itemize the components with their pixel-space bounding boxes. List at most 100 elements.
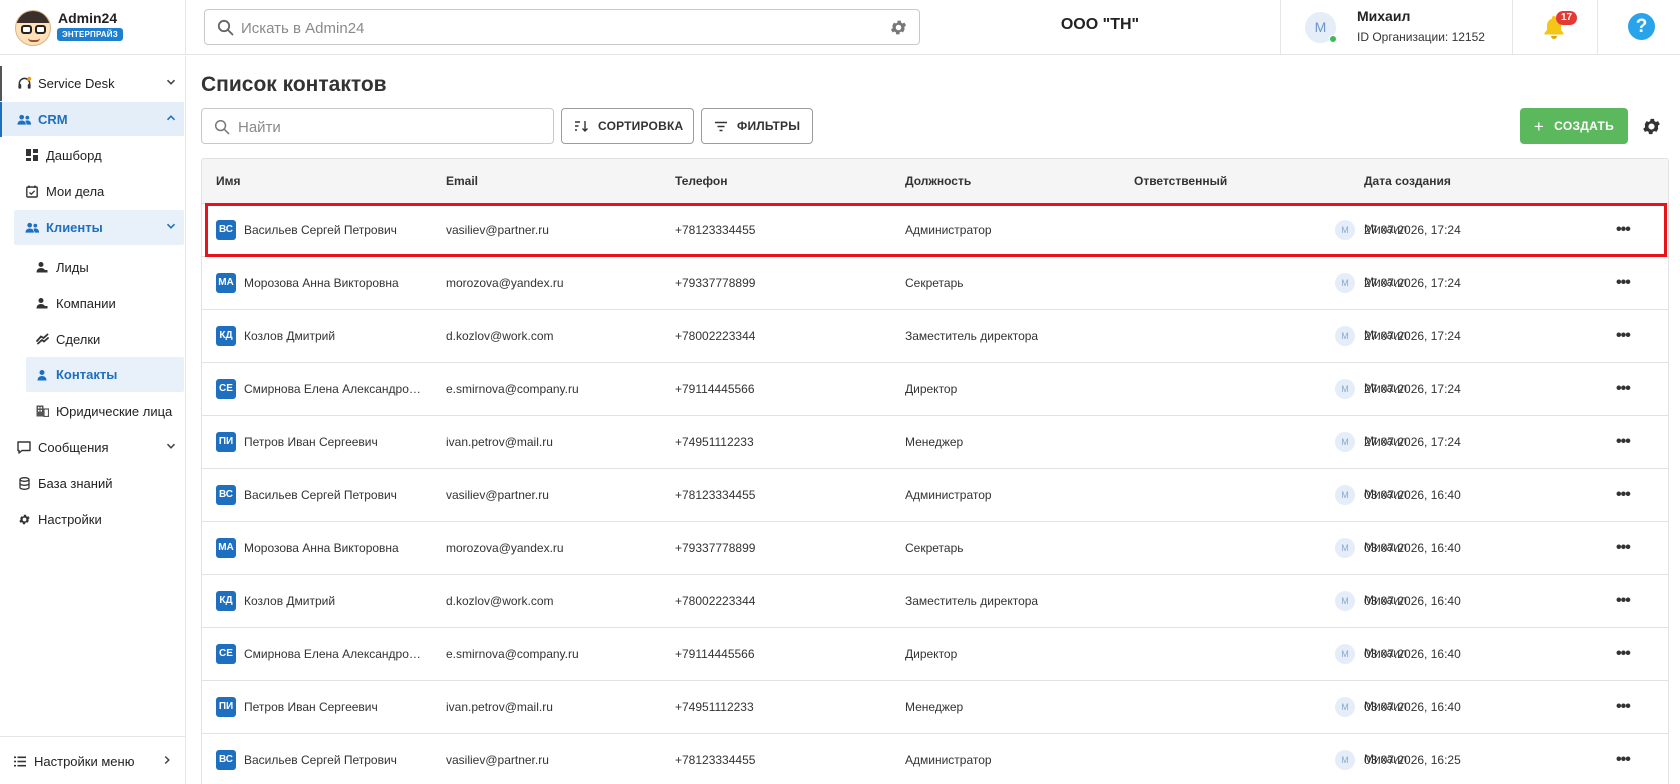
contact-email[interactable]: d.kozlov@work.com bbox=[446, 329, 554, 343]
sidebar-item-clients[interactable]: Клиенты bbox=[14, 210, 184, 245]
sidebar-item-label: Сообщения bbox=[38, 439, 109, 455]
responsible-avatar: М bbox=[1335, 432, 1355, 452]
contact-phone[interactable]: +78123334455 bbox=[675, 223, 755, 237]
contact-name[interactable]: Смирнова Елена Александровна bbox=[244, 382, 424, 396]
row-actions-more-icon[interactable]: ••• bbox=[1616, 327, 1631, 345]
column-header-responsible[interactable]: Ответственный bbox=[1134, 174, 1227, 188]
sidebar-item-contacts[interactable]: Контакты bbox=[26, 357, 184, 392]
table-row[interactable]: ВС Васильев Сергей Петрович vasiliev@partn… bbox=[202, 734, 1668, 784]
sidebar-item-knowledge-base[interactable]: База знаний bbox=[2, 466, 184, 500]
contact-phone[interactable]: +74951112233 bbox=[675, 435, 754, 449]
contact-name[interactable]: Морозова Анна Викторовна bbox=[244, 541, 424, 555]
column-header-name[interactable]: Имя bbox=[216, 174, 241, 188]
contact-email[interactable]: e.smirnova@company.ru bbox=[446, 382, 579, 396]
contact-phone[interactable]: +74951112233 bbox=[675, 700, 754, 714]
contact-email[interactable]: vasiliev@partner.ru bbox=[446, 488, 549, 502]
table-row[interactable]: МА Морозова Анна Викторовна morozova@yande… bbox=[202, 522, 1668, 575]
table-row[interactable]: ВС Васильев Сергей Петрович vasiliev@partn… bbox=[202, 204, 1668, 257]
row-actions-more-icon[interactable]: ••• bbox=[1616, 751, 1631, 769]
sidebar-item-label: Настройки bbox=[38, 511, 102, 527]
create-button[interactable]: + СОЗДАТЬ bbox=[1520, 108, 1628, 144]
contacts-search-input[interactable] bbox=[238, 115, 538, 139]
contact-name[interactable]: Козлов Дмитрий bbox=[244, 329, 424, 343]
row-actions-more-icon[interactable]: ••• bbox=[1616, 221, 1631, 239]
table-row[interactable]: КД Козлов Дмитрий d.kozlov@work.com +780022… bbox=[202, 310, 1668, 363]
contact-name[interactable]: Петров Иван Сергеевич bbox=[244, 700, 424, 714]
sidebar-item-companies[interactable]: Компании bbox=[26, 286, 184, 320]
contact-name[interactable]: Козлов Дмитрий bbox=[244, 594, 424, 608]
column-header-email[interactable]: Email bbox=[446, 174, 478, 188]
organization-name[interactable]: ООО "ТН" bbox=[1000, 16, 1200, 34]
contact-phone[interactable]: +79337778899 bbox=[675, 276, 755, 290]
contact-name[interactable]: Васильев Сергей Петрович bbox=[244, 488, 424, 502]
row-actions-more-icon[interactable]: ••• bbox=[1616, 486, 1631, 504]
row-actions-more-icon[interactable]: ••• bbox=[1616, 433, 1631, 451]
table-row[interactable]: ВС Васильев Сергей Петрович vasiliev@partn… bbox=[202, 469, 1668, 522]
table-row[interactable]: КД Козлов Дмитрий d.kozlov@work.com +780022… bbox=[202, 575, 1668, 628]
column-header-position[interactable]: Должность bbox=[905, 174, 971, 188]
column-header-created[interactable]: Дата создания bbox=[1364, 174, 1451, 188]
contact-created-date: 27.07.2026, 17:24 bbox=[1364, 382, 1461, 396]
table-settings-gear-icon[interactable] bbox=[1641, 116, 1662, 137]
contact-name[interactable]: Васильев Сергей Петрович bbox=[244, 223, 424, 237]
sidebar-item-service-desk[interactable]: Service Desk bbox=[2, 66, 184, 100]
contact-phone[interactable]: +79114445566 bbox=[675, 382, 755, 396]
brand-block[interactable]: Admin24 ЭНТЕРПРАЙЗ bbox=[0, 0, 186, 55]
row-actions-more-icon[interactable]: ••• bbox=[1616, 380, 1631, 398]
contact-initials-avatar: КД bbox=[216, 591, 236, 611]
contact-created-date: 03.07.2026, 16:40 bbox=[1364, 647, 1461, 661]
sidebar-item-messages[interactable]: Сообщения bbox=[2, 430, 184, 464]
table-row[interactable]: ПИ Петров Иван Сергеевич ivan.petrov@mail.… bbox=[202, 416, 1668, 469]
contact-phone[interactable]: +78002223344 bbox=[675, 594, 755, 608]
user-profile[interactable]: М Михаил ID Организации: 12152 bbox=[1280, 0, 1513, 55]
sidebar-item-settings[interactable]: Настройки bbox=[2, 502, 184, 536]
contact-email[interactable]: vasiliev@partner.ru bbox=[446, 223, 549, 237]
sidebar-item-deals[interactable]: Сделки bbox=[26, 322, 184, 356]
contact-phone[interactable]: +78002223344 bbox=[675, 329, 755, 343]
contact-email[interactable]: d.kozlov@work.com bbox=[446, 594, 554, 608]
sidebar-item-legal-entities[interactable]: Юридические лица bbox=[26, 394, 184, 428]
contact-created-date: 27.07.2026, 17:24 bbox=[1364, 223, 1461, 237]
contact-phone[interactable]: +79114445566 bbox=[675, 647, 755, 661]
contact-name[interactable]: Васильев Сергей Петрович bbox=[244, 753, 424, 767]
help-button[interactable]: ? bbox=[1628, 13, 1655, 40]
sort-button[interactable]: СОРТИРОВКА bbox=[561, 108, 694, 144]
contact-email[interactable]: vasiliev@partner.ru bbox=[446, 753, 549, 767]
contact-name[interactable]: Смирнова Елена Александровна bbox=[244, 647, 424, 661]
contact-email[interactable]: morozova@yandex.ru bbox=[446, 276, 564, 290]
column-header-phone[interactable]: Телефон bbox=[675, 174, 727, 188]
row-actions-more-icon[interactable]: ••• bbox=[1616, 592, 1631, 610]
contact-email[interactable]: morozova@yandex.ru bbox=[446, 541, 564, 555]
search-icon bbox=[217, 19, 234, 36]
notifications-button[interactable]: 17 bbox=[1513, 0, 1598, 55]
contact-email[interactable]: ivan.petrov@mail.ru bbox=[446, 435, 553, 449]
row-actions-more-icon[interactable]: ••• bbox=[1616, 645, 1631, 663]
row-actions-more-icon[interactable]: ••• bbox=[1616, 274, 1631, 292]
global-search-input[interactable] bbox=[241, 16, 861, 40]
sidebar-item-leads[interactable]: Лиды bbox=[26, 250, 184, 284]
global-search[interactable] bbox=[204, 9, 920, 45]
contact-phone[interactable]: +78123334455 bbox=[675, 488, 755, 502]
table-row[interactable]: СЕ Смирнова Елена Александровна e.smirnova… bbox=[202, 363, 1668, 416]
contact-phone[interactable]: +79337778899 bbox=[675, 541, 755, 555]
contacts-search[interactable] bbox=[201, 108, 554, 144]
table-row[interactable]: ПИ Петров Иван Сергеевич ivan.petrov@mail.… bbox=[202, 681, 1668, 734]
row-actions-more-icon[interactable]: ••• bbox=[1616, 698, 1631, 716]
contact-name[interactable]: Петров Иван Сергеевич bbox=[244, 435, 424, 449]
contact-name[interactable]: Морозова Анна Викторовна bbox=[244, 276, 424, 290]
sidebar-item-crm[interactable]: CRM bbox=[2, 102, 184, 136]
contact-email[interactable]: ivan.petrov@mail.ru bbox=[446, 700, 553, 714]
sidebar-item-dashboard[interactable]: Дашборд bbox=[14, 138, 184, 172]
sidebar-item-my-tasks[interactable]: Мои дела bbox=[14, 174, 184, 208]
filters-button[interactable]: ФИЛЬТРЫ bbox=[701, 108, 813, 144]
contact-email[interactable]: e.smirnova@company.ru bbox=[446, 647, 579, 661]
search-settings-gear-icon[interactable] bbox=[889, 18, 908, 37]
table-row[interactable]: МА Морозова Анна Викторовна morozova@yande… bbox=[202, 257, 1668, 310]
contact-created-date: 27.07.2026, 17:24 bbox=[1364, 329, 1461, 343]
user-name: Михаил bbox=[1357, 8, 1411, 24]
responsible-avatar: М bbox=[1335, 485, 1355, 505]
table-row[interactable]: СЕ Смирнова Елена Александровна e.smirnova… bbox=[202, 628, 1668, 681]
row-actions-more-icon[interactable]: ••• bbox=[1616, 539, 1631, 557]
menu-settings-button[interactable]: Настройки меню bbox=[0, 744, 186, 778]
contact-phone[interactable]: +78123334455 bbox=[675, 753, 755, 767]
